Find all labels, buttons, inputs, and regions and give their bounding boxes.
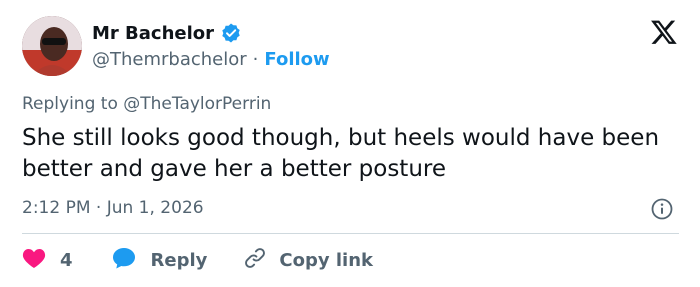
replying-to-prefix: Replying to [22, 94, 118, 114]
verified-badge-icon [220, 22, 242, 44]
heart-icon [22, 247, 46, 274]
handle-separator: · [252, 49, 259, 70]
follow-button[interactable]: Follow [264, 49, 329, 70]
author-name[interactable]: Mr Bachelor [92, 23, 214, 44]
reply-button[interactable]: Reply [111, 246, 208, 275]
link-icon [243, 246, 267, 275]
reply-bubble-icon [111, 246, 137, 275]
avatar[interactable] [22, 16, 82, 76]
meta-separator: · [95, 198, 102, 218]
info-icon[interactable] [650, 197, 674, 221]
tweet-actions: 4 Reply Copy link [22, 246, 373, 274]
author-handle-row: @Themrbachelor · Follow [92, 49, 330, 70]
tweet-time[interactable]: 2:12 PM [22, 198, 91, 218]
like-button[interactable]: 4 [22, 247, 73, 274]
replying-to: Replying to @TheTaylorPerrin [22, 94, 271, 114]
like-count: 4 [60, 249, 73, 271]
copy-link-label: Copy link [279, 249, 373, 271]
x-logo-icon[interactable] [650, 18, 678, 46]
reply-label: Reply [150, 249, 208, 271]
tweet-text: She still looks good though, but heels w… [22, 125, 660, 182]
tweet-date[interactable]: Jun 1, 2026 [107, 198, 204, 218]
author-handle[interactable]: @Themrbachelor [92, 49, 247, 70]
divider [22, 233, 679, 234]
tweet-meta: 2:12 PM · Jun 1, 2026 [22, 198, 204, 218]
author-name-row: Mr Bachelor [92, 22, 242, 44]
copy-link-button[interactable]: Copy link [243, 246, 373, 275]
replying-to-mention[interactable]: @TheTaylorPerrin [123, 94, 271, 114]
